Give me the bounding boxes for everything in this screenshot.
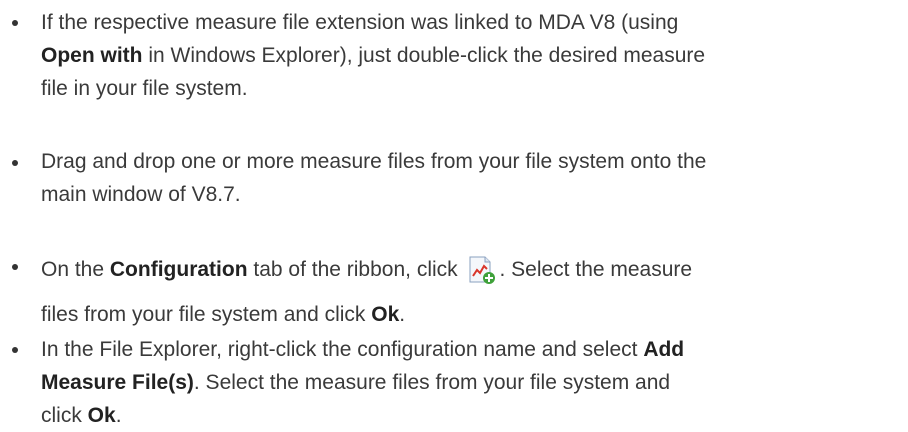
add-measure-file-icon[interactable] <box>465 255 497 285</box>
bullet-dot <box>12 160 18 166</box>
text-segment: In the File Explorer, right-click the co… <box>41 338 644 361</box>
text-line: file in your file system. <box>41 72 902 105</box>
text-segment: main window of V8.7. <box>41 183 241 206</box>
text-line: If the respective measure file extension… <box>41 6 902 39</box>
bullet-dot <box>12 264 18 270</box>
text-line: On the Configuration tab of the ribbon, … <box>41 247 902 292</box>
ui-term: Ok <box>87 404 116 427</box>
text-segment: . <box>115 404 122 427</box>
ui-term: Ok <box>371 303 400 326</box>
text-line: files from your file system and click Ok… <box>41 292 902 337</box>
text-segment: files from your file system and click <box>41 303 372 326</box>
document: If the respective measure file extension… <box>0 0 908 430</box>
text-line: click Ok. <box>41 399 902 432</box>
ui-term: Open with <box>41 44 143 67</box>
text-segment: in Windows Explorer), just double-click … <box>142 44 706 67</box>
list-item-text: On the Configuration tab of the ribbon, … <box>41 247 902 337</box>
text-segment: If the respective measure file extension… <box>41 11 679 34</box>
text-segment: On the <box>41 258 110 281</box>
text-line: Measure File(s). Select the measure file… <box>41 366 902 399</box>
ui-term: Add <box>643 338 685 361</box>
text-segment: . <box>399 303 406 326</box>
text-line: In the File Explorer, right-click the co… <box>41 333 902 366</box>
ui-term: Configuration <box>109 258 248 281</box>
bullet-dot <box>12 20 18 26</box>
bullet-dot <box>12 347 18 353</box>
text-line: main window of V8.7. <box>41 178 902 211</box>
ui-term: Measure File(s) <box>41 371 194 394</box>
text-segment: click <box>41 404 88 427</box>
text-segment: Drag and drop one or more measure files … <box>41 150 707 173</box>
text-segment: . Select the measure files from your fil… <box>193 371 671 394</box>
list-item-text: If the respective measure file extension… <box>41 6 902 105</box>
list-item-text: In the File Explorer, right-click the co… <box>41 333 902 432</box>
text-line: Open with in Windows Explorer), just dou… <box>41 39 902 72</box>
list-item-text: Drag and drop one or more measure files … <box>41 145 902 211</box>
text-segment: file in your file system. <box>41 77 248 100</box>
text-segment: tab of the ribbon, click <box>247 258 464 281</box>
text-segment: . Select the measure <box>499 258 693 281</box>
text-line: Drag and drop one or more measure files … <box>41 145 902 178</box>
